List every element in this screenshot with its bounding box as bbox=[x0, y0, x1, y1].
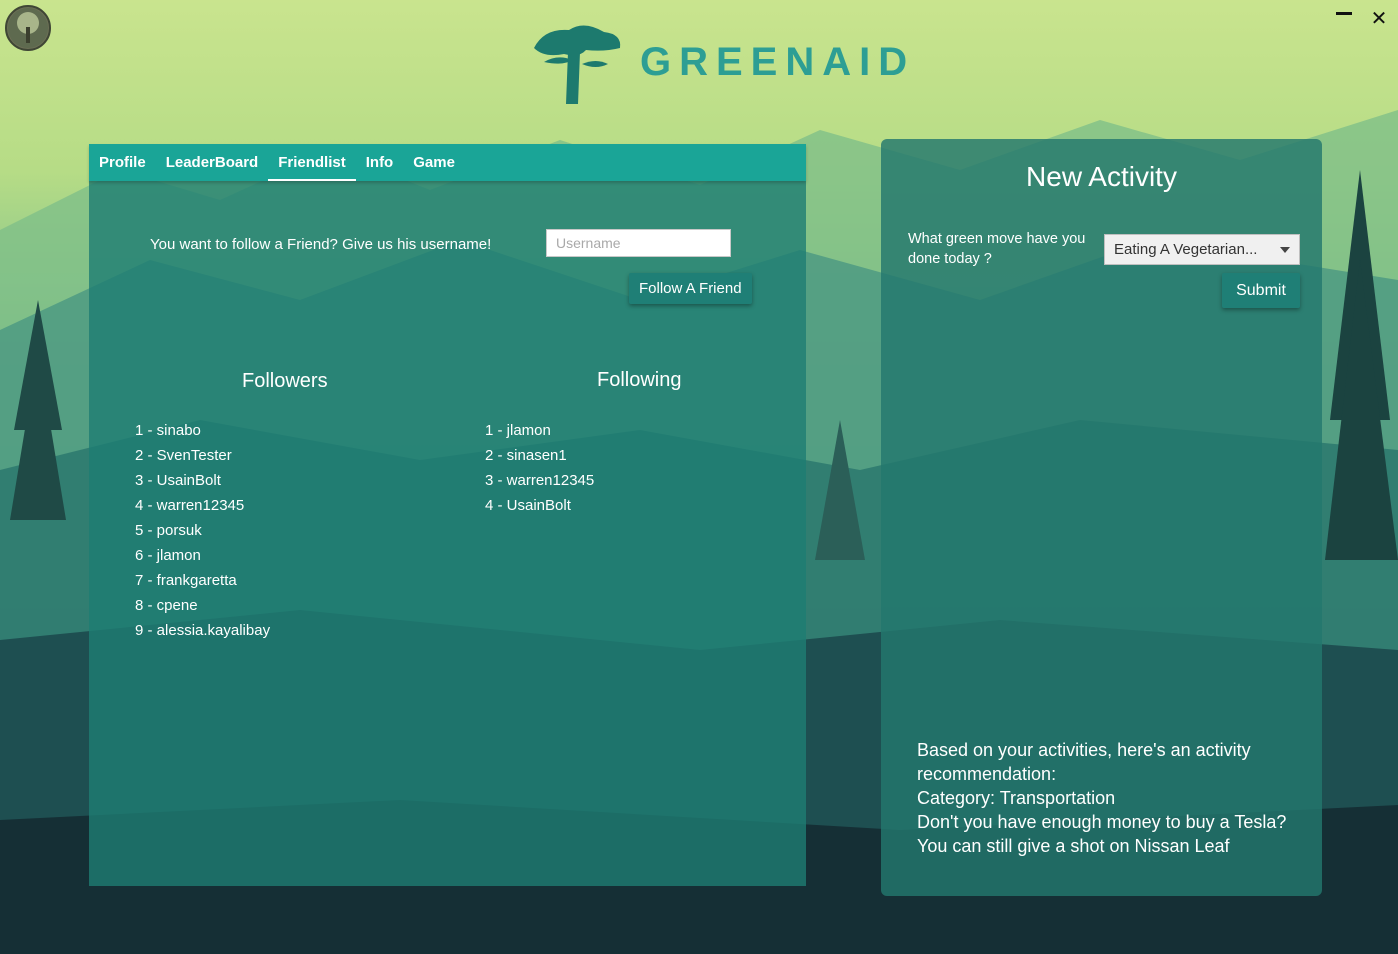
brand-name: GREENAID bbox=[640, 40, 916, 84]
chevron-down-icon bbox=[1280, 247, 1290, 253]
tree-logo-icon bbox=[534, 25, 621, 104]
follow-prompt: You want to follow a Friend? Give us his… bbox=[150, 236, 492, 253]
following-list: 1 - jlamon 2 - sinasen1 3 - warren12345 … bbox=[485, 418, 594, 518]
recommendation-line: Category: Transportation bbox=[917, 788, 1116, 808]
close-icon[interactable]: ✕ bbox=[1370, 9, 1388, 29]
friendlist-panel: Profile LeaderBoard Friendlist Info Game… bbox=[89, 144, 806, 886]
list-item: 9 - alessia.kayalibay bbox=[135, 622, 271, 639]
activity-question: What green move have you done today ? bbox=[908, 231, 1086, 267]
activity-select[interactable]: Eating A Vegetarian... bbox=[1104, 234, 1300, 265]
app-tree-logo-icon bbox=[5, 5, 51, 51]
list-item: 4 - warren12345 bbox=[135, 497, 245, 514]
tab-leaderboard[interactable]: LeaderBoard bbox=[156, 144, 269, 181]
followers-list: 1 - sinabo 2 - SvenTester 3 - UsainBolt … bbox=[135, 418, 270, 643]
follow-friend-button[interactable]: Follow A Friend bbox=[629, 273, 752, 304]
username-input[interactable] bbox=[546, 229, 731, 257]
minimize-icon[interactable] bbox=[1336, 10, 1354, 28]
tab-info[interactable]: Info bbox=[356, 144, 404, 181]
tab-profile[interactable]: Profile bbox=[89, 144, 156, 181]
list-item: 4 - UsainBolt bbox=[485, 497, 571, 514]
list-item: 8 - cpene bbox=[135, 597, 198, 614]
activity-select-value: Eating A Vegetarian... bbox=[1114, 241, 1258, 258]
followers-title: Followers bbox=[242, 370, 328, 392]
recommendation-line: Don't you have enough money to buy a Tes… bbox=[917, 812, 1287, 832]
list-item: 3 - warren12345 bbox=[485, 472, 595, 489]
tab-friendlist[interactable]: Friendlist bbox=[268, 144, 356, 181]
list-item: 6 - jlamon bbox=[135, 547, 201, 564]
tab-game[interactable]: Game bbox=[403, 144, 465, 181]
submit-button[interactable]: Submit bbox=[1222, 273, 1300, 308]
brand-header: GREENAID bbox=[524, 16, 907, 106]
list-item: 2 - sinasen1 bbox=[485, 447, 567, 464]
recommendation-line: recommendation: bbox=[917, 764, 1057, 784]
new-activity-panel: New Activity What green move have you do… bbox=[881, 139, 1322, 896]
list-item: 7 - frankgaretta bbox=[135, 572, 237, 589]
recommendation-line: Based on your activities, here's an acti… bbox=[917, 740, 1251, 760]
following-title: Following bbox=[597, 369, 682, 391]
list-item: 1 - sinabo bbox=[135, 422, 201, 439]
new-activity-title: New Activity bbox=[1026, 161, 1177, 192]
list-item: 3 - UsainBolt bbox=[135, 472, 221, 489]
recommendation-line: You can still give a shot on Nissan Leaf bbox=[917, 836, 1230, 856]
list-item: 1 - jlamon bbox=[485, 422, 551, 439]
activity-recommendation: Based on your activities, here's an acti… bbox=[917, 738, 1307, 858]
list-item: 2 - SvenTester bbox=[135, 447, 232, 464]
list-item: 5 - porsuk bbox=[135, 522, 202, 539]
tab-bar: Profile LeaderBoard Friendlist Info Game bbox=[89, 144, 806, 181]
